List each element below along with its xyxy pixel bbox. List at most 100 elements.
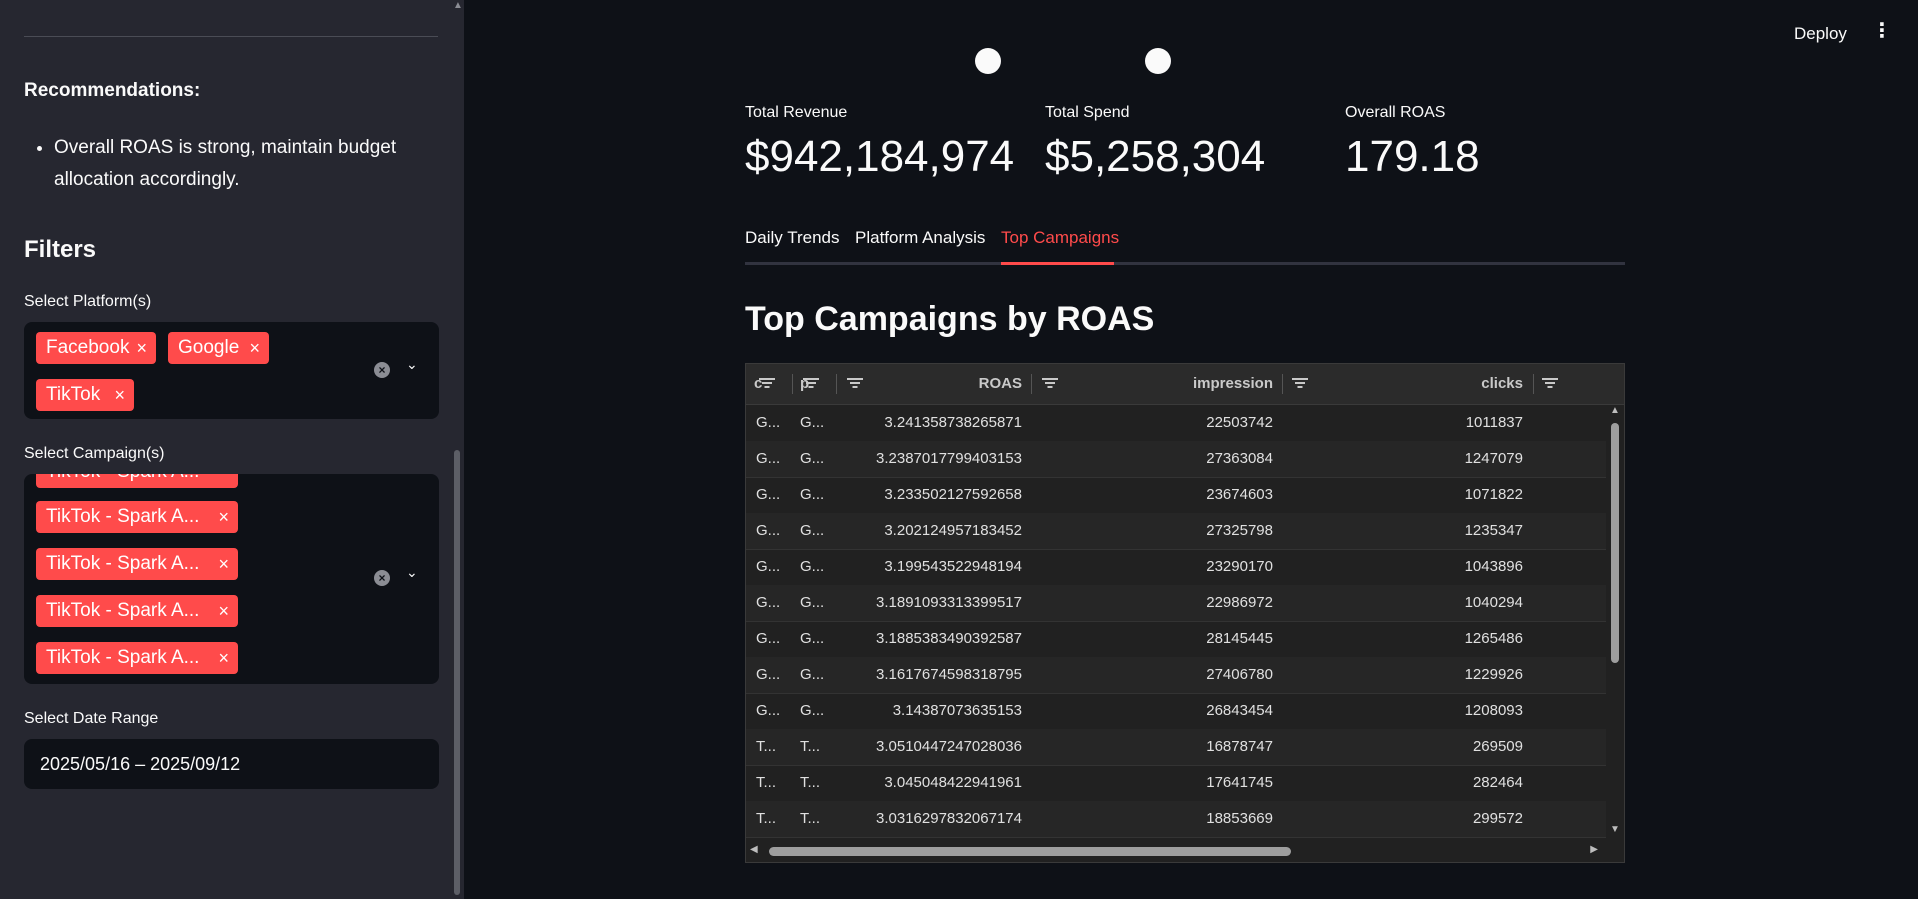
table-row[interactable]: G... G... 3.233502127592658 23674603 107… (746, 477, 1606, 514)
cell-p: G... (800, 630, 825, 647)
divider (24, 36, 438, 37)
cell-p: G... (800, 594, 825, 611)
vertical-scroll-thumb[interactable] (1611, 423, 1619, 663)
table-row[interactable]: G... G... 3.1617674598318795 27406780 12… (746, 657, 1606, 694)
table-row[interactable]: G... G... 3.14387073635153 26843454 1208… (746, 693, 1606, 730)
table-row[interactable]: T... T... 3.045048422941961 17641745 282… (746, 765, 1606, 802)
tab-platform-analysis[interactable]: Platform Analysis (855, 228, 985, 248)
remove-chip-icon[interactable]: × (218, 595, 229, 627)
tab-daily-trends[interactable]: Daily Trends (745, 228, 839, 248)
cell-clicks: 1043896 (1464, 558, 1523, 575)
cell-clicks: 1208093 (1464, 702, 1523, 719)
cell-clicks: 299572 (1472, 810, 1523, 827)
filter-icon[interactable] (802, 374, 820, 392)
cell-impression: 23290170 (1206, 558, 1273, 575)
cell-p: T... (800, 738, 821, 755)
campaign-chip[interactable]: TikTok - Spark A... × (36, 501, 238, 533)
campaign-chip[interactable]: TikTok - Spark A... × (36, 642, 238, 674)
platform-chip[interactable]: Google × (168, 332, 269, 364)
table-row[interactable]: T... T... 3.0316297832067174 18853669 29… (746, 801, 1606, 838)
table-row[interactable]: G... G... 3.241358738265871 22503742 101… (746, 405, 1606, 442)
cell-p: G... (800, 414, 825, 431)
table-row[interactable]: G... G... 3.202124957183452 27325798 123… (746, 513, 1606, 550)
chip-label: TikTok - Spark A... (46, 474, 199, 482)
campaign-chip[interactable]: TikTok - Spark A... (36, 474, 238, 488)
platform-chip[interactable]: Facebook × (36, 332, 156, 364)
campaign-label: Select Campaign(s) (24, 445, 165, 462)
cell-c: G... (756, 558, 781, 575)
column-separator[interactable] (792, 374, 793, 394)
cell-clicks: 1265486 (1464, 630, 1523, 647)
tab-top-campaigns[interactable]: Top Campaigns (1001, 228, 1119, 248)
filter-icon[interactable] (1541, 374, 1559, 392)
cell-roas: 3.045048422941961 (884, 774, 1022, 791)
cell-roas: 3.1885383490392587 (876, 630, 1022, 647)
column-header-clicks[interactable]: clicks (1326, 364, 1523, 404)
cell-p: G... (800, 666, 825, 683)
filter-icon[interactable] (1291, 374, 1309, 392)
clear-all-icon[interactable]: × (374, 362, 390, 378)
scroll-down-icon[interactable]: ▼ (1610, 824, 1620, 835)
cell-clicks: 1071822 (1464, 486, 1523, 503)
column-header-impression[interactable]: impression (1076, 364, 1273, 404)
clear-all-icon[interactable]: × (374, 570, 390, 586)
campaign-chip[interactable]: TikTok - Spark A... × (36, 548, 238, 580)
cell-p: T... (800, 774, 821, 791)
date-range-input[interactable]: 2025/05/16 – 2025/09/12 (24, 739, 439, 789)
column-separator[interactable] (836, 374, 837, 394)
cell-c: G... (756, 702, 781, 719)
grid-horizontal-scrollbar[interactable]: ◀ ▶ (746, 840, 1624, 862)
cell-impression: 16878747 (1206, 738, 1273, 755)
chip-label: TikTok - Spark A... (46, 647, 200, 668)
table-row[interactable]: G... G... 3.1885383490392587 28145445 12… (746, 621, 1606, 658)
cell-clicks: 1040294 (1464, 594, 1523, 611)
cell-c: T... (756, 774, 777, 791)
filter-icon[interactable] (846, 374, 864, 392)
table-row[interactable]: T... T... 3.0510447247028036 16878747 26… (746, 729, 1606, 766)
remove-chip-icon[interactable]: × (218, 501, 229, 533)
platform-multiselect[interactable]: Facebook × Google × TikTok × × ⌄ (24, 322, 439, 419)
column-header-roas[interactable]: ROAS (876, 364, 1022, 404)
cell-roas: 3.233502127592658 (884, 486, 1022, 503)
chevron-down-icon[interactable]: ⌄ (406, 356, 418, 373)
scroll-up-icon[interactable]: ▲ (453, 0, 463, 11)
cell-clicks: 1247079 (1464, 450, 1523, 467)
scroll-up-icon[interactable]: ▲ (1610, 405, 1620, 416)
cell-p: G... (800, 486, 825, 503)
table-row[interactable]: G... G... 3.1891093313399517 22986972 10… (746, 585, 1606, 622)
platform-chip[interactable]: TikTok × (36, 379, 134, 411)
scroll-right-icon[interactable]: ▶ (1590, 844, 1598, 855)
column-separator[interactable] (1533, 374, 1534, 394)
campaigns-data-grid[interactable]: c p ROAS impression clicks G... G... 3.2… (745, 363, 1625, 863)
cell-c: G... (756, 594, 781, 611)
campaign-multiselect[interactable]: TikTok - Spark A... TikTok - Spark A... … (24, 474, 439, 684)
cell-c: G... (756, 666, 781, 683)
remove-chip-icon[interactable]: × (218, 642, 229, 674)
filter-icon[interactable] (758, 374, 776, 392)
cell-roas: 3.1891093313399517 (876, 594, 1022, 611)
chevron-down-icon[interactable]: ⌄ (406, 564, 418, 581)
cell-p: T... (800, 810, 821, 827)
remove-chip-icon[interactable]: × (218, 548, 229, 580)
horizontal-scroll-thumb[interactable] (769, 847, 1291, 856)
filter-icon[interactable] (1041, 374, 1059, 392)
tab-divider (745, 262, 1625, 265)
table-row[interactable]: G... G... 3.199543522948194 23290170 104… (746, 549, 1606, 586)
cell-impression: 22503742 (1206, 414, 1273, 431)
sidebar-scroll-thumb[interactable] (454, 450, 460, 895)
column-separator[interactable] (1031, 374, 1032, 394)
grid-vertical-scrollbar[interactable]: ▲ ▼ (1606, 405, 1624, 835)
metric-label: Total Spend (1045, 104, 1130, 121)
remove-chip-icon[interactable]: × (249, 332, 260, 364)
cell-c: G... (756, 630, 781, 647)
remove-chip-icon[interactable]: × (136, 332, 147, 364)
remove-chip-icon[interactable]: × (114, 379, 125, 411)
scroll-left-icon[interactable]: ◀ (750, 844, 758, 855)
table-row[interactable]: G... G... 3.2387017799403153 27363084 12… (746, 441, 1606, 478)
deploy-button[interactable]: Deploy (1794, 24, 1847, 44)
main-menu-icon[interactable]: ⋮ (1872, 21, 1892, 41)
campaign-chip[interactable]: TikTok - Spark A... × (36, 595, 238, 627)
metric-value: $5,258,304 (1045, 132, 1266, 181)
chip-label: Facebook (46, 337, 130, 358)
column-separator[interactable] (1282, 374, 1283, 394)
